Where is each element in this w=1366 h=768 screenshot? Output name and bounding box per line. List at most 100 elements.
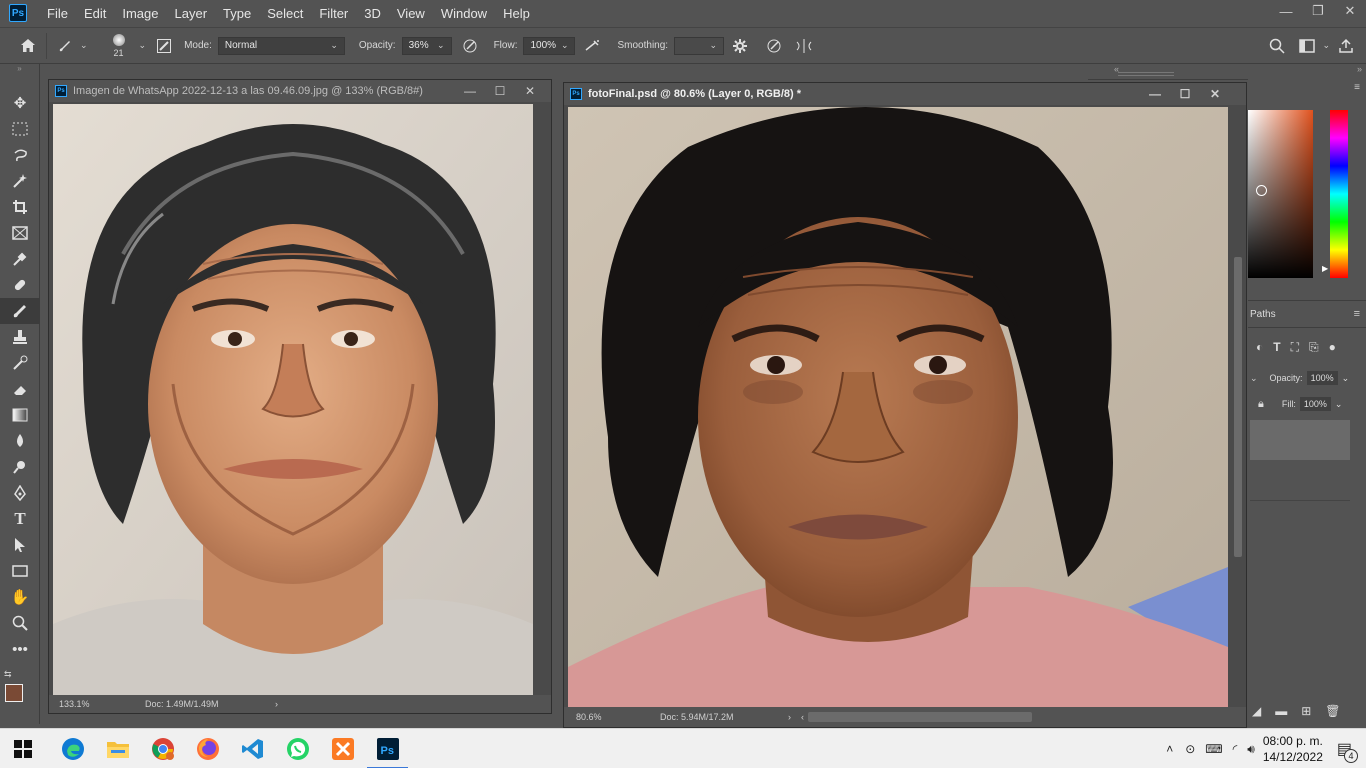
windows-start-icon[interactable]: [0, 729, 45, 768]
xampp-icon[interactable]: [320, 729, 365, 768]
blur-tool-icon[interactable]: [0, 428, 40, 454]
chevron-down-icon[interactable]: ⌄: [139, 40, 147, 51]
marquee-tool-icon[interactable]: [0, 116, 40, 142]
close-icon[interactable]: ✕: [1200, 83, 1230, 105]
lock-icon[interactable]: 🔒︎: [1258, 398, 1264, 411]
healing-brush-tool-icon[interactable]: [0, 272, 40, 298]
crop-tool-icon[interactable]: [0, 194, 40, 220]
menu-layer[interactable]: Layer: [167, 6, 216, 21]
chevron-down-icon[interactable]: ⌄: [1250, 373, 1258, 384]
vertical-scrollbar[interactable]: [535, 104, 551, 696]
type-tool-icon[interactable]: T: [0, 506, 40, 532]
horizontal-scroll-thumb[interactable]: [808, 712, 1032, 722]
maximize-icon[interactable]: ☐: [1170, 83, 1200, 105]
file-explorer-icon[interactable]: [95, 729, 140, 768]
quick-selection-tool-icon[interactable]: [0, 168, 40, 194]
history-brush-tool-icon[interactable]: [0, 350, 40, 376]
color-picker-field[interactable]: [1248, 110, 1313, 278]
chevron-down-icon[interactable]: ⌄: [437, 40, 445, 51]
canvas-sketch[interactable]: [53, 104, 533, 696]
new-group-icon[interactable]: ▬: [1275, 704, 1287, 724]
mode-select[interactable]: Normal ⌄: [217, 36, 345, 55]
brush-preset-icon[interactable]: [53, 34, 77, 58]
search-icon[interactable]: [1265, 34, 1289, 58]
type-filter-icon[interactable]: T: [1273, 340, 1280, 355]
home-icon[interactable]: [16, 34, 40, 58]
gradient-tool-icon[interactable]: [0, 402, 40, 428]
chrome-browser-icon[interactable]: [140, 729, 185, 768]
filter-toggle-icon[interactable]: ●: [1329, 340, 1336, 355]
menu-edit[interactable]: Edit: [76, 6, 114, 21]
eraser-tool-icon[interactable]: [0, 376, 40, 402]
menu-window[interactable]: Window: [433, 6, 495, 21]
smart-object-filter-icon[interactable]: ⎘: [1309, 340, 1319, 355]
chevron-down-icon[interactable]: ⌄: [561, 40, 569, 51]
layer-row-selected[interactable]: [1250, 420, 1350, 460]
hue-slider-handle-icon[interactable]: ▶: [1322, 264, 1328, 273]
panel-menu-icon[interactable]: ≡: [1354, 82, 1360, 93]
input-indicator-icon[interactable]: ⌨: [1205, 742, 1222, 756]
menu-help[interactable]: Help: [495, 6, 538, 21]
chevron-down-icon[interactable]: ⌄: [1342, 373, 1350, 384]
wifi-icon[interactable]: ◜: [1233, 742, 1238, 756]
notifications-icon[interactable]: ▤ 4: [1337, 739, 1358, 763]
brush-settings-icon[interactable]: [152, 34, 176, 58]
collapse-panels-icon[interactable]: »: [1357, 64, 1362, 74]
symmetry-icon[interactable]: [792, 34, 816, 58]
frame-tool-icon[interactable]: [0, 220, 40, 246]
brush-size-picker[interactable]: 21: [102, 29, 136, 63]
dodge-tool-icon[interactable]: [0, 454, 40, 480]
move-tool-icon[interactable]: ✥: [0, 90, 40, 116]
path-selection-tool-icon[interactable]: [0, 532, 40, 558]
minimize-icon[interactable]: —: [1140, 83, 1170, 105]
shape-filter-icon[interactable]: ⛶: [1291, 340, 1299, 355]
flow-input[interactable]: 100% ⌄: [523, 36, 576, 55]
maximize-icon[interactable]: ☐: [485, 80, 515, 102]
zoom-level[interactable]: 80.6%: [576, 712, 656, 722]
brush-tool-icon[interactable]: [0, 298, 40, 324]
foreground-color[interactable]: [5, 684, 23, 702]
color-picker-cursor[interactable]: [1256, 185, 1267, 196]
meet-now-icon[interactable]: ⊙: [1185, 742, 1195, 756]
menu-filter[interactable]: Filter: [311, 6, 356, 21]
lasso-tool-icon[interactable]: [0, 142, 40, 168]
vscode-icon[interactable]: [230, 729, 275, 768]
chevron-right-icon[interactable]: ›: [788, 712, 791, 722]
smoothing-settings-icon[interactable]: [728, 34, 752, 58]
new-layer-icon[interactable]: ⊞: [1301, 704, 1311, 724]
share-icon[interactable]: [1334, 34, 1358, 58]
volume-icon[interactable]: 🔊︎: [1247, 742, 1255, 757]
photoshop-taskbar-icon[interactable]: Ps: [365, 729, 410, 768]
layer-row[interactable]: [1250, 461, 1350, 501]
zoom-level[interactable]: 133.1%: [59, 699, 139, 709]
layer-opacity-value[interactable]: 100%: [1306, 371, 1338, 385]
tab-paths[interactable]: Paths: [1250, 309, 1276, 320]
workspace-icon[interactable]: [1295, 34, 1319, 58]
pen-tool-icon[interactable]: [0, 480, 40, 506]
menu-view[interactable]: View: [389, 6, 433, 21]
brush-preset-icon[interactable]: ◢: [1252, 704, 1261, 724]
chevron-down-icon[interactable]: ⌄: [1322, 40, 1330, 58]
canvas-photo[interactable]: [568, 107, 1228, 709]
taskbar-clock[interactable]: 08:00 p. m. 14/12/2022: [1263, 733, 1323, 765]
menu-select[interactable]: Select: [259, 6, 311, 21]
chevron-down-icon[interactable]: ⌄: [80, 40, 88, 51]
document-title-bar[interactable]: Ps Imagen de WhatsApp 2022-12-13 a las 0…: [49, 80, 551, 102]
vertical-scroll-thumb[interactable]: [1234, 257, 1242, 557]
layer-fill-value[interactable]: 100%: [1299, 397, 1331, 411]
vertical-scrollbar[interactable]: [1230, 107, 1246, 709]
menu-3d[interactable]: 3D: [356, 6, 389, 21]
pressure-size-icon[interactable]: [762, 34, 786, 58]
chevron-up-icon[interactable]: ˄: [1166, 742, 1173, 756]
rectangle-tool-icon[interactable]: [0, 558, 40, 584]
pressure-opacity-icon[interactable]: [458, 34, 482, 58]
trash-icon[interactable]: 🗑︎: [1325, 704, 1340, 724]
minimize-icon[interactable]: —: [455, 80, 485, 102]
more-tools-icon[interactable]: •••: [0, 636, 40, 662]
menu-file[interactable]: File: [39, 6, 76, 21]
hand-tool-icon[interactable]: ✋: [0, 584, 40, 610]
close-icon[interactable]: ✕: [1334, 0, 1366, 22]
edge-browser-icon[interactable]: [50, 729, 95, 768]
adjustment-filter-icon[interactable]: ◐: [1256, 340, 1263, 355]
chevron-down-icon[interactable]: ⌄: [1335, 399, 1343, 410]
